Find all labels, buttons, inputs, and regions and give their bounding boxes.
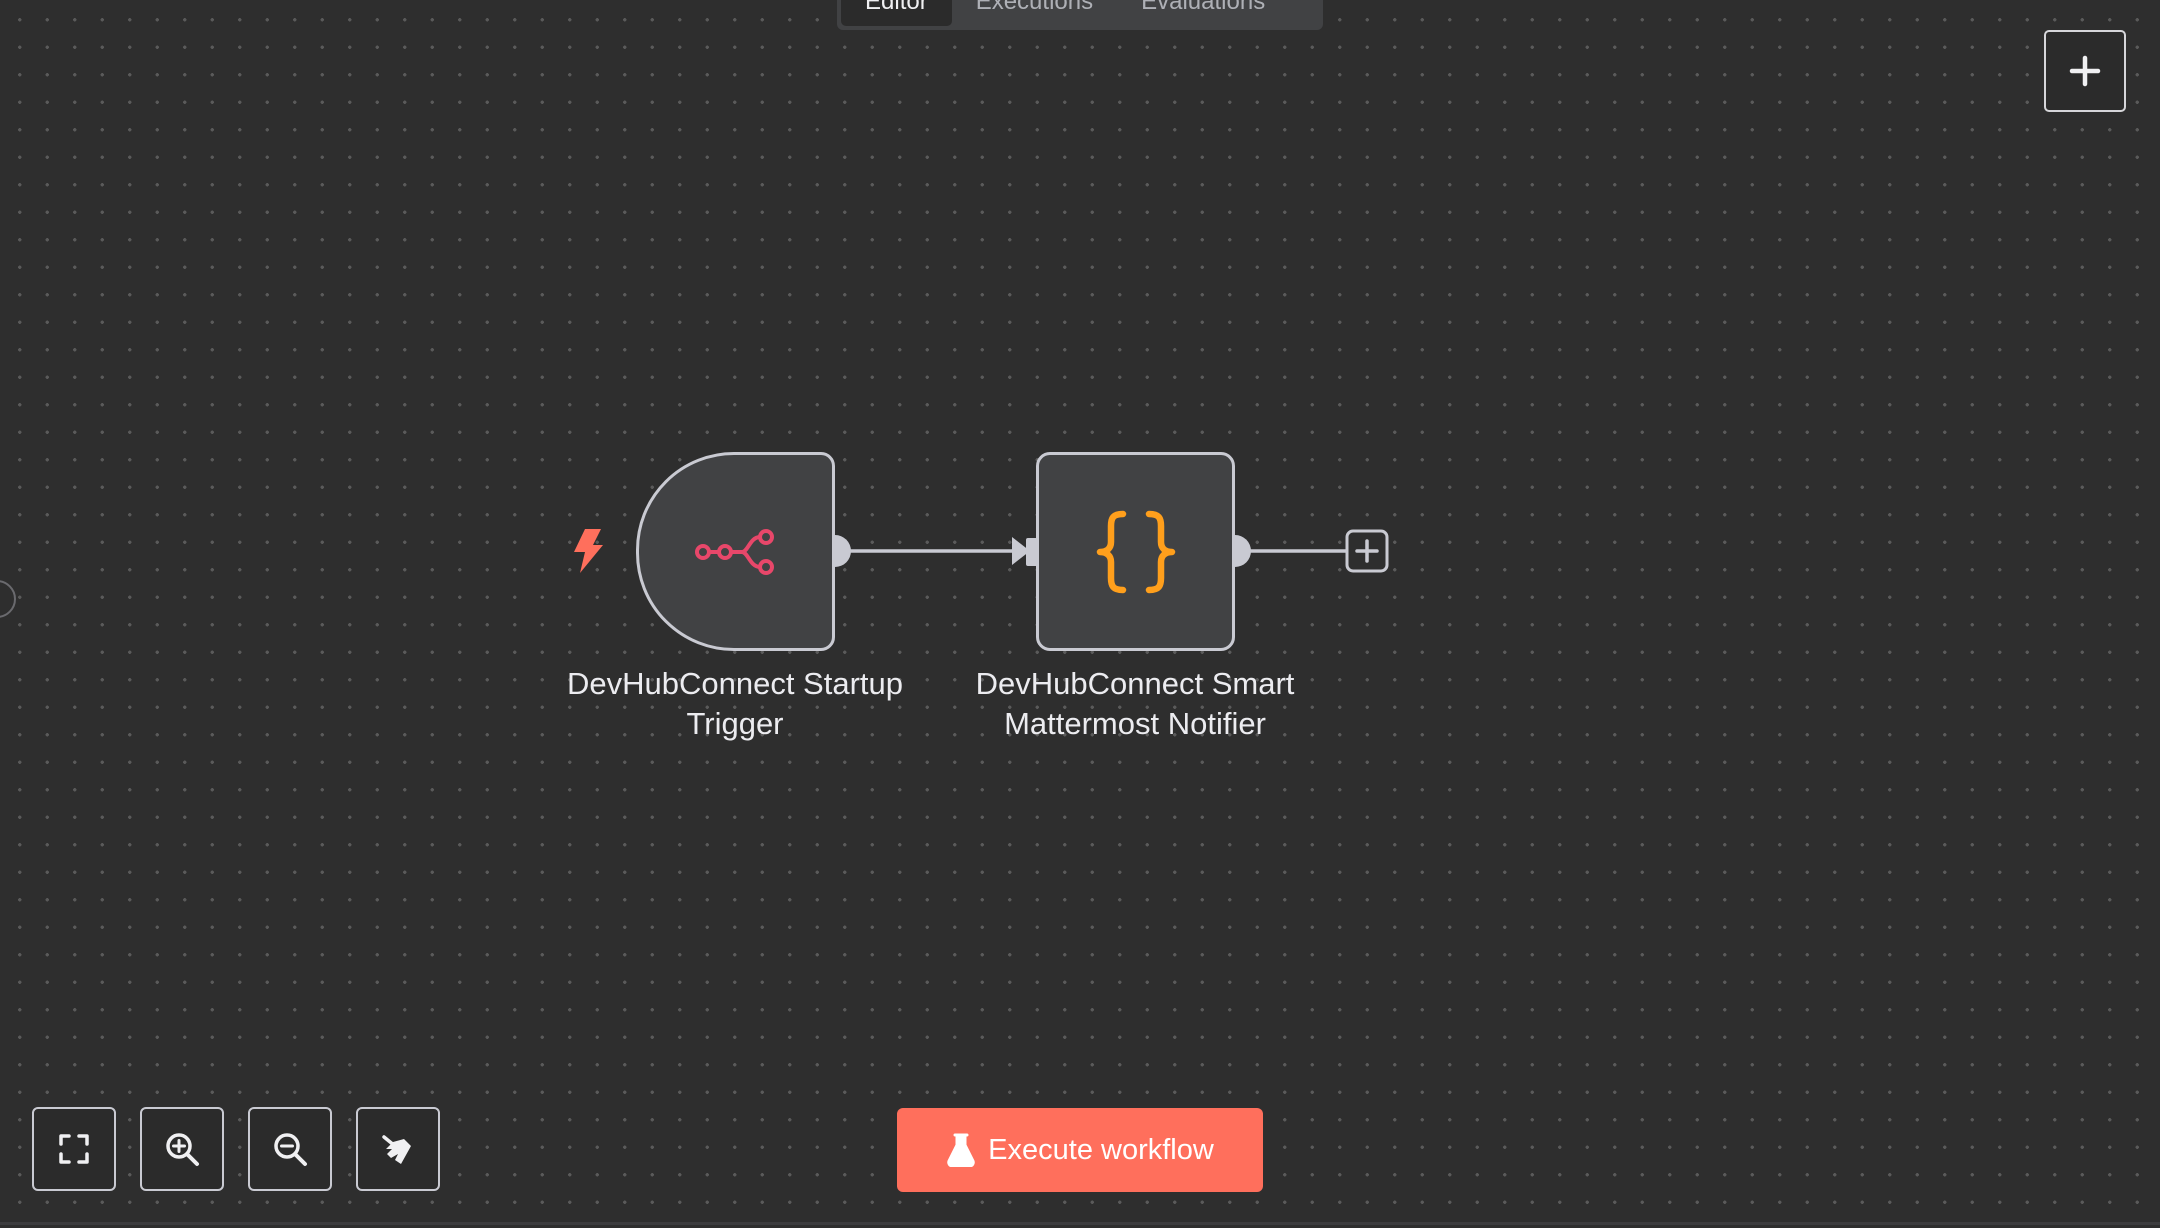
broom-icon bbox=[382, 1135, 411, 1164]
zoom-in-icon bbox=[166, 1133, 199, 1166]
sub-workflow-icon bbox=[694, 528, 774, 575]
node-label-line: DevHubConnect Smart bbox=[975, 666, 1295, 701]
node-label-line: DevHubConnect Startup bbox=[566, 666, 904, 701]
node-label-line: Mattermost Notifier bbox=[1004, 706, 1266, 741]
node-label-line: Trigger bbox=[686, 706, 784, 741]
startup-trigger-label: DevHubConnect Startup Trigger bbox=[525, 664, 945, 744]
fit-view-icon bbox=[59, 1134, 89, 1164]
curly-braces-icon bbox=[1096, 510, 1175, 593]
lightning-bolt-icon bbox=[574, 529, 603, 573]
mattermost-notifier-label: DevHubConnect Smart Mattermost Notifier bbox=[925, 664, 1345, 744]
zoom-in-button[interactable] bbox=[140, 1107, 224, 1191]
tidy-up-button[interactable] bbox=[356, 1107, 440, 1191]
fit-view-button[interactable] bbox=[32, 1107, 116, 1191]
add-next-node-button[interactable] bbox=[1345, 529, 1389, 573]
zoom-out-icon bbox=[274, 1133, 307, 1166]
execute-workflow-label: Execute workflow bbox=[988, 1133, 1214, 1166]
mattermost-notifier-node[interactable] bbox=[1036, 452, 1235, 651]
startup-trigger-node[interactable] bbox=[636, 452, 835, 651]
execute-workflow-button[interactable]: Execute workflow bbox=[897, 1108, 1263, 1192]
zoom-out-button[interactable] bbox=[248, 1107, 332, 1191]
canvas-bottom-border bbox=[0, 1222, 2160, 1225]
flask-icon bbox=[947, 1133, 975, 1167]
